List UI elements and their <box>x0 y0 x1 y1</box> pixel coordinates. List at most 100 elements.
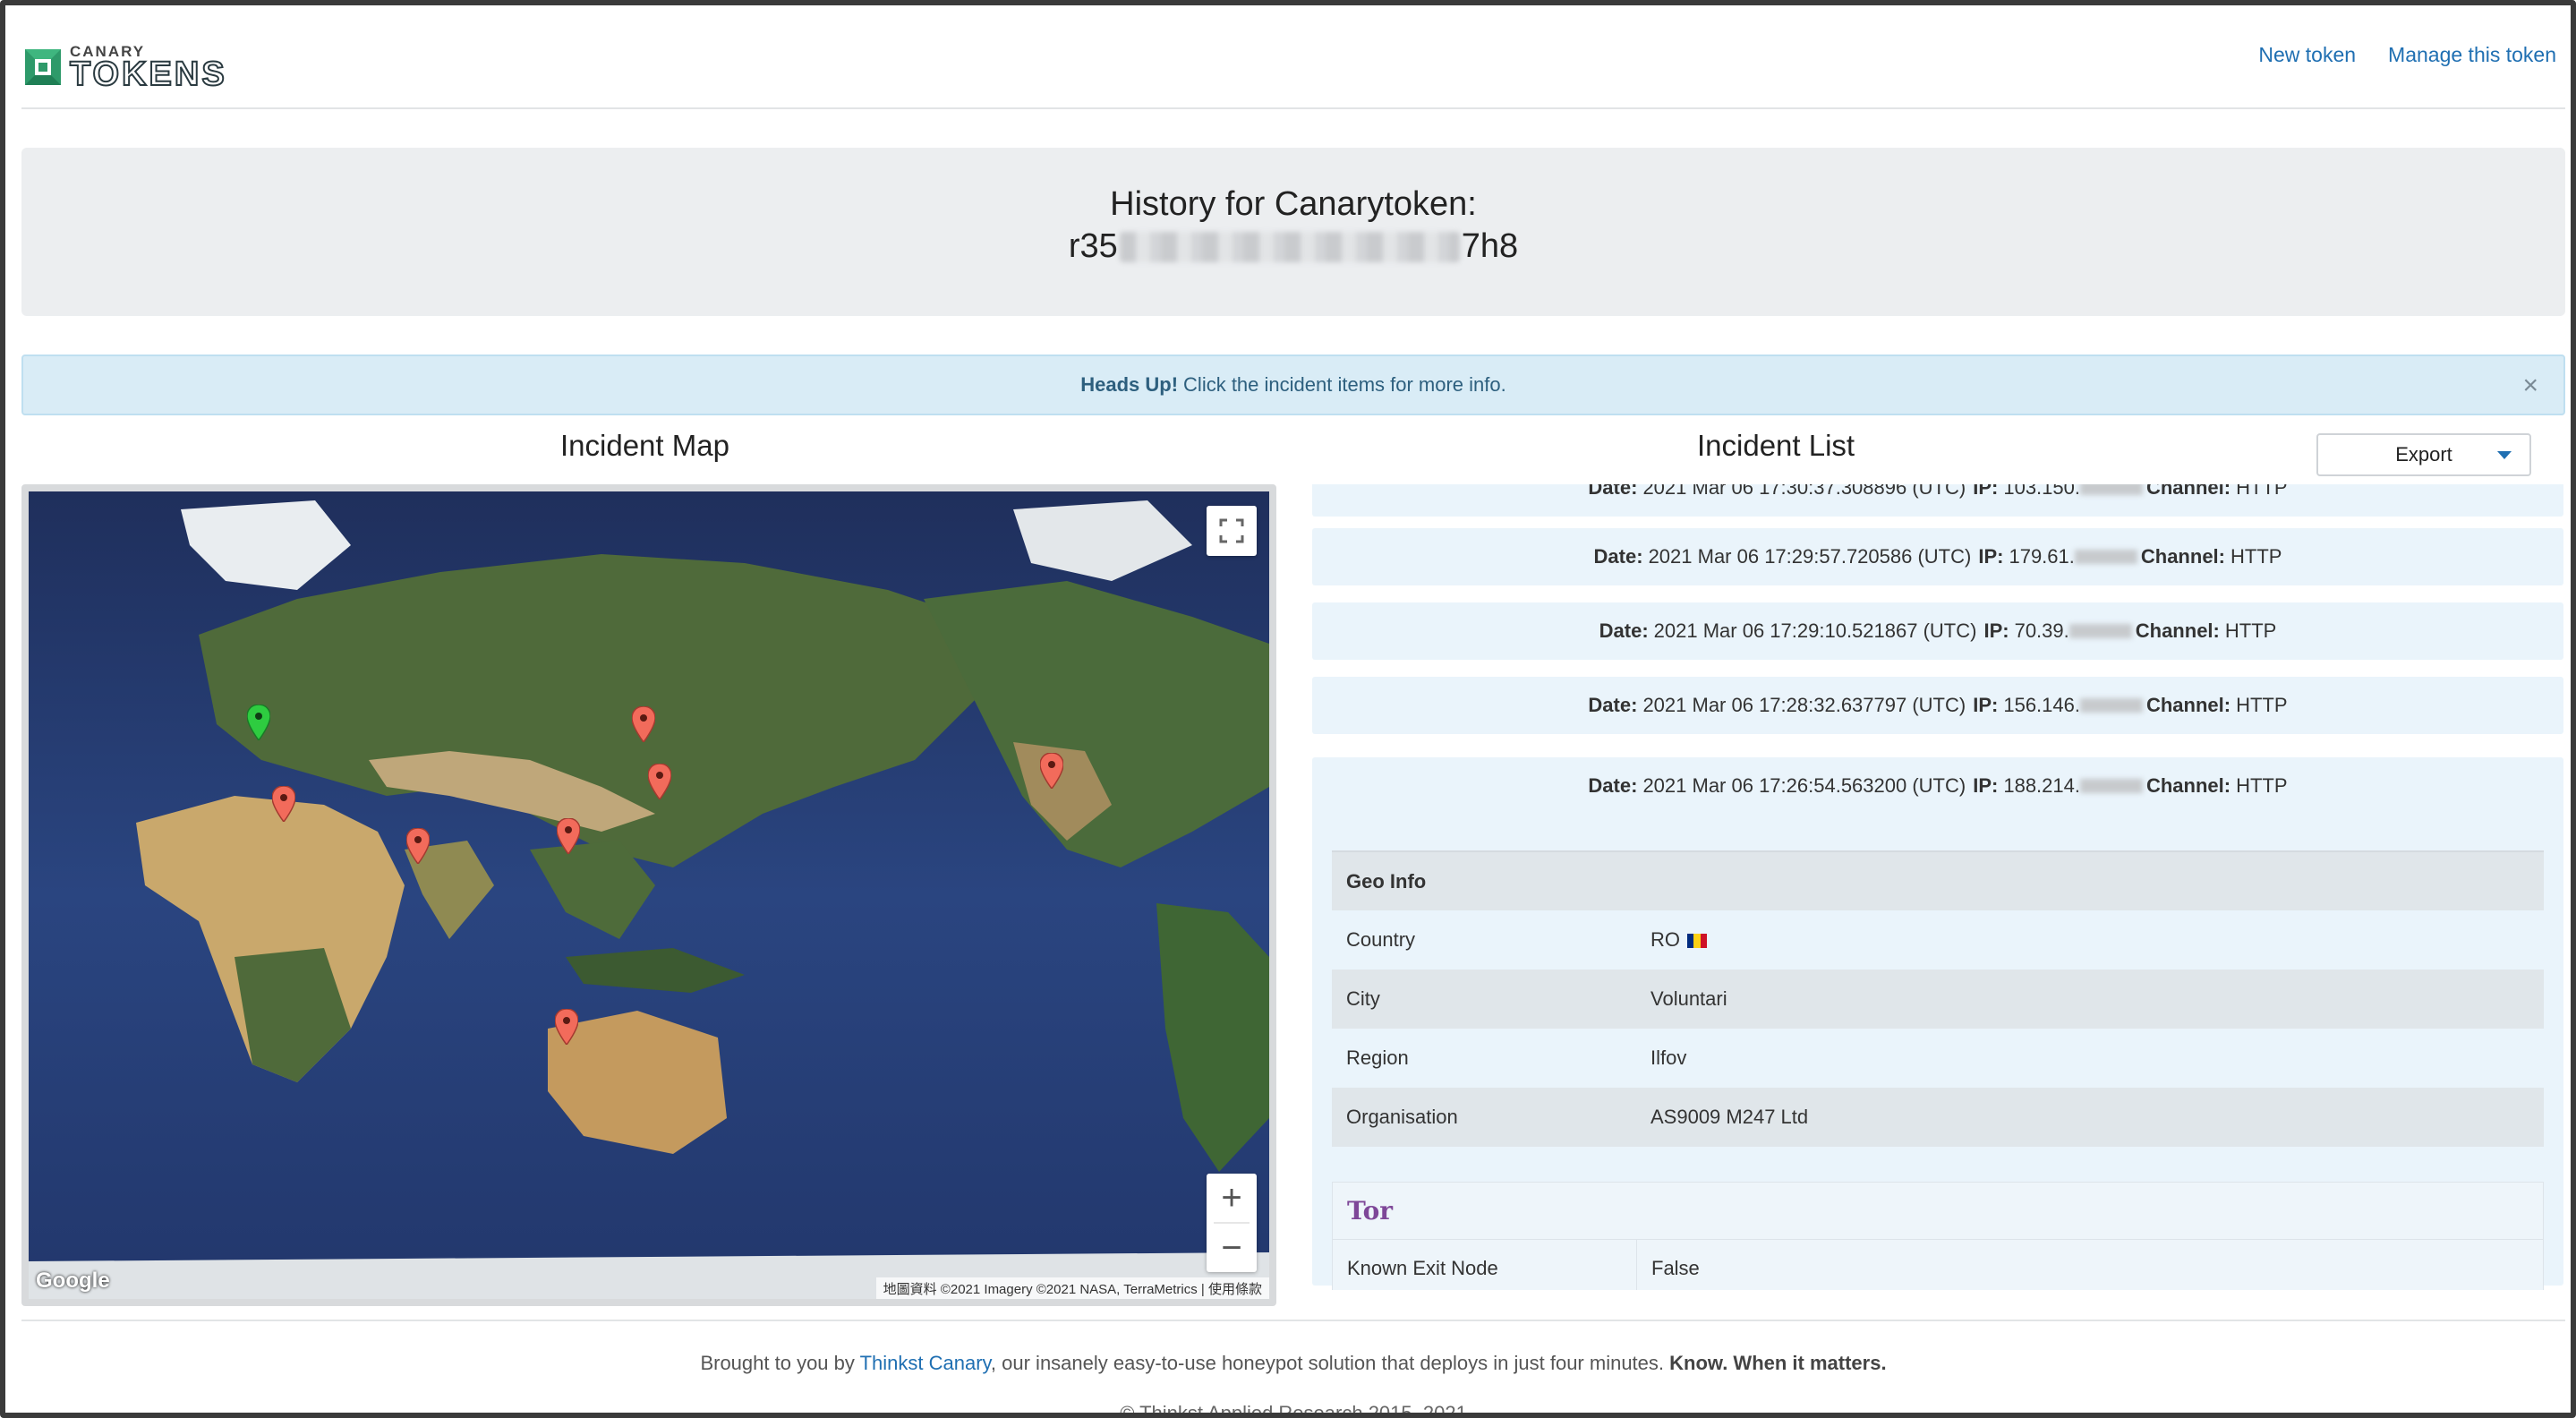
zoom-out-button[interactable]: − <box>1207 1224 1257 1272</box>
map-marker[interactable] <box>555 1009 578 1045</box>
alert-text: Click the incident items for more info. <box>1183 373 1506 396</box>
incident-channel: HTTP <box>2236 774 2288 797</box>
top-navbar: CANARY TOKENS New token Manage this toke… <box>21 21 2565 109</box>
incident-date: 2021 Mar 06 17:29:57.720586 (UTC) <box>1648 545 1972 568</box>
geo-value-country: RO <box>1636 910 2544 970</box>
incident-date: 2021 Mar 06 17:30:37.308896 (UTC) <box>1642 484 1966 499</box>
map-marker[interactable] <box>272 786 295 822</box>
incident-item[interactable]: Date: 2021 Mar 06 17:28:32.637797 (UTC) … <box>1312 677 2563 734</box>
map-marker-green[interactable] <box>247 705 270 740</box>
incident-ip: 103.150. <box>2003 484 2080 499</box>
copyright: © Thinkst Applied Research 2015–2021 <box>1120 1402 1467 1418</box>
channel-label: Channel: <box>2140 545 2225 568</box>
incident-list: Date: 2021 Mar 06 17:30:37.308896 (UTC) … <box>1312 484 2563 1290</box>
date-label: Date: <box>1593 545 1643 568</box>
token-prefix: r35 <box>1068 227 1118 265</box>
tor-info-table: Tor Known Exit Node False <box>1332 1182 2544 1290</box>
token-id: r35 7h8 <box>1069 227 1518 266</box>
incident-channel: HTTP <box>2236 694 2288 716</box>
geo-value: Voluntari <box>1636 970 2544 1029</box>
canary-logo-icon <box>25 49 61 85</box>
incident-date: 2021 Mar 06 17:29:10.521867 (UTC) <box>1653 619 1977 642</box>
incident-ip: 179.61. <box>2009 545 2075 568</box>
fullscreen-button[interactable] <box>1207 506 1257 556</box>
incident-ip: 156.146. <box>2003 694 2080 716</box>
canarytokens-logo[interactable]: CANARY TOKENS <box>23 43 227 93</box>
incident-channel: HTTP <box>2231 545 2282 568</box>
incident-item-expanded[interactable]: Date: 2021 Mar 06 17:26:54.563200 (UTC) … <box>1312 757 2563 1290</box>
fullscreen-icon <box>1219 518 1244 543</box>
incident-date: 2021 Mar 06 17:26:54.563200 (UTC) <box>1642 774 1966 797</box>
incident-list-title: Incident List <box>1697 429 1855 462</box>
map-marker[interactable] <box>648 764 671 799</box>
date-label: Date: <box>1588 484 1638 499</box>
redacted-ip <box>2079 484 2143 495</box>
footer-prefix: Brought to you by <box>700 1352 860 1374</box>
incident-channel: HTTP <box>2224 619 2277 642</box>
romania-flag-icon <box>1687 934 1707 949</box>
world-map-imagery <box>29 491 1269 1299</box>
logo-big-text: TOKENS <box>69 55 227 93</box>
map-attribution[interactable]: 地圖資料 ©2021 Imagery ©2021 NASA, TerraMetr… <box>875 1277 1269 1299</box>
footer: Brought to you by Thinkst Canary, our in… <box>21 1320 2565 1418</box>
token-suffix: 7h8 <box>1461 227 1519 265</box>
geo-key: City <box>1332 970 1636 1029</box>
heads-up-alert: Heads Up! Click the incident items for m… <box>21 354 2565 415</box>
new-token-link[interactable]: New token <box>2258 43 2356 67</box>
date-label: Date: <box>1599 619 1649 642</box>
geo-info-table: Geo Info Country RO City Voluntari Regio… <box>1332 850 2544 1147</box>
incident-ip: 70.39. <box>2014 619 2069 642</box>
zoom-in-button[interactable]: + <box>1207 1174 1257 1222</box>
footer-text: Brought to you by Thinkst Canary, our in… <box>21 1352 2565 1375</box>
history-header: History for Canarytoken: r35 7h8 <box>21 148 2565 316</box>
redacted-token-segment <box>1119 231 1460 262</box>
channel-label: Channel: <box>2145 774 2231 797</box>
geo-value: AS9009 M247 Ltd <box>1636 1088 2544 1147</box>
incident-ip: 188.214. <box>2003 774 2080 797</box>
footer-middle: , our insanely easy-to-use honeypot solu… <box>990 1352 1670 1374</box>
ip-label: IP: <box>1973 694 1999 716</box>
ip-label: IP: <box>1978 545 2004 568</box>
incident-item[interactable]: Date: 2021 Mar 06 17:29:10.521867 (UTC) … <box>1312 602 2563 660</box>
geo-key: Organisation <box>1332 1088 1636 1147</box>
geo-value: Ilfov <box>1651 1046 1687 1069</box>
redacted-ip <box>2079 698 2143 713</box>
date-label: Date: <box>1588 694 1638 716</box>
ip-label: IP: <box>1983 619 2009 642</box>
tor-value: False <box>1636 1239 2544 1290</box>
close-icon[interactable]: × <box>2522 371 2538 401</box>
channel-label: Channel: <box>2135 619 2220 642</box>
ip-label: IP: <box>1973 484 1999 499</box>
geo-info-heading: Geo Info <box>1332 850 2544 910</box>
redacted-ip <box>2068 624 2132 638</box>
tor-key: Known Exit Node <box>1332 1239 1637 1290</box>
incident-map-title: Incident Map <box>560 429 729 462</box>
incident-summary[interactable]: Date: 2021 Mar 06 17:26:54.563200 (UTC) … <box>1312 757 2563 815</box>
geo-key: Region <box>1346 1046 1409 1069</box>
alert-strong: Heads Up! <box>1080 373 1179 396</box>
redacted-ip <box>2074 550 2137 564</box>
map-marker[interactable] <box>1040 753 1063 789</box>
incident-item[interactable]: Date: 2021 Mar 06 17:30:37.308896 (UTC) … <box>1312 484 2563 517</box>
redacted-ip <box>2079 779 2143 793</box>
incident-channel: HTTP <box>2236 484 2288 499</box>
tor-logo-icon: Tor <box>1347 1196 1394 1226</box>
channel-label: Channel: <box>2145 484 2231 499</box>
chevron-down-icon <box>2497 451 2512 459</box>
export-dropdown[interactable]: Export <box>2316 433 2531 476</box>
zoom-control: + − <box>1207 1174 1257 1272</box>
manage-token-link[interactable]: Manage this token <box>2388 43 2556 67</box>
footer-tagline: Know. When it matters. <box>1669 1352 1887 1374</box>
map-marker[interactable] <box>632 706 655 742</box>
google-logo[interactable]: Google <box>36 1269 110 1294</box>
browser-frame: CANARY TOKENS New token Manage this toke… <box>0 0 2576 1418</box>
map-marker[interactable] <box>406 828 430 864</box>
thinkst-canary-link[interactable]: Thinkst Canary <box>860 1352 991 1374</box>
ip-label: IP: <box>1973 774 1999 797</box>
incident-item[interactable]: Date: 2021 Mar 06 17:29:57.720586 (UTC) … <box>1312 528 2563 585</box>
incident-map[interactable]: + − Google 地圖資料 ©2021 Imagery ©2021 NASA… <box>21 484 1276 1306</box>
map-marker[interactable] <box>557 818 580 854</box>
date-label: Date: <box>1588 774 1638 797</box>
page-title: History for Canarytoken: <box>1110 185 1477 223</box>
export-label: Export <box>2395 443 2452 466</box>
